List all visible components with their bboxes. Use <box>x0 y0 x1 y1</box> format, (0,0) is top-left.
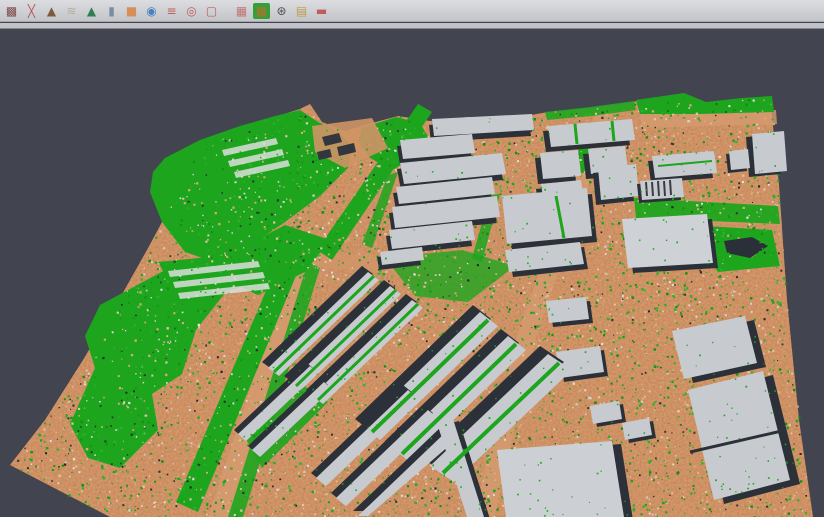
grid-tool-icon[interactable]: ▦ <box>233 3 250 19</box>
application-window: ▩╳▲≋▲▮■◉≡◎▢▦▩⊛▤▬ <box>0 0 824 517</box>
viewport-3d[interactable] <box>0 29 824 517</box>
toolbar-icons: ▩╳▲≋▲▮■◉≡◎▢▦▩⊛▤▬ <box>3 3 330 19</box>
settings-gear-icon[interactable]: ⊛ <box>273 3 290 19</box>
orthomosaic-icon[interactable]: ■ <box>123 3 140 19</box>
globe-icon[interactable]: ◉ <box>143 3 160 19</box>
terrain-mesh-icon[interactable]: ▲ <box>83 3 100 19</box>
dem-mountain-icon[interactable]: ▲ <box>43 3 60 19</box>
texture-map-icon[interactable]: ▤ <box>293 3 310 19</box>
align-cross-icon[interactable]: ╳ <box>23 3 40 19</box>
circle-select-icon[interactable]: ◎ <box>183 3 200 19</box>
column-model-icon[interactable]: ▮ <box>103 3 120 19</box>
measure-icon[interactable]: ▬ <box>313 3 330 19</box>
scene-svg[interactable] <box>0 29 824 517</box>
layers-list-icon[interactable]: ≡ <box>163 3 180 19</box>
point-cloud-scene <box>10 93 813 517</box>
zoom-extents-icon[interactable]: ▢ <box>203 3 220 19</box>
point-cloud-icon[interactable]: ▩ <box>3 3 20 19</box>
contours-icon[interactable]: ≋ <box>63 3 80 19</box>
main-toolbar: ▩╳▲≋▲▮■◉≡◎▢▦▩⊛▤▬ <box>0 0 824 22</box>
classified-map-icon[interactable]: ▩ <box>253 3 270 19</box>
